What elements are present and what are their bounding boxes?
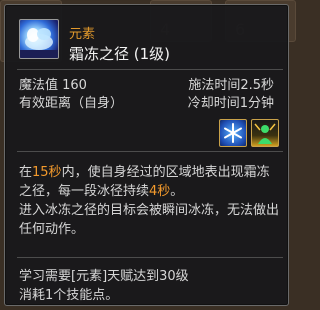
snowflake-icon [219,119,247,147]
figure-buff-icon [251,119,279,147]
skill-point-cost: 消耗1个技能点。 [19,288,119,303]
cast-time: 施法时间2.5秒 [188,78,274,93]
skill-description: 在15秒内，使自身经过的区域地表出现霜冻之径，每一段冰径持续4秒。 进入冰冻之径… [19,163,281,239]
divider [17,151,283,152]
cooldown: 冷却时间1分钟 [187,96,274,111]
skill-name: 霜冻之径 (1级) [69,45,171,63]
description-effect: 进入冰冻之径的目标会被瞬间冰冻，无法做出任何动作。 [19,203,280,237]
description-text: 。 [170,184,184,199]
skill-tooltip: 元素 霜冻之径 (1级) 魔法值 160 施法时间2.5秒 有效距离（自身） 冷… [4,4,289,306]
duration-value: 15秒 [32,165,62,180]
segment-duration-value: 4秒 [149,184,171,199]
range: 有效距离（自身） [19,96,124,111]
divider [17,69,283,70]
requirements: 学习需要[元素]天赋达到30级 消耗1个技能点。 [19,267,281,305]
talent-requirement: 学习需要[元素]天赋达到30级 [19,269,189,284]
divider [17,257,283,258]
description-text: 在 [19,165,33,180]
frost-path-skill-icon [19,19,59,59]
skill-category: 元素 [69,27,96,42]
mana-cost: 魔法值 160 [19,78,87,93]
